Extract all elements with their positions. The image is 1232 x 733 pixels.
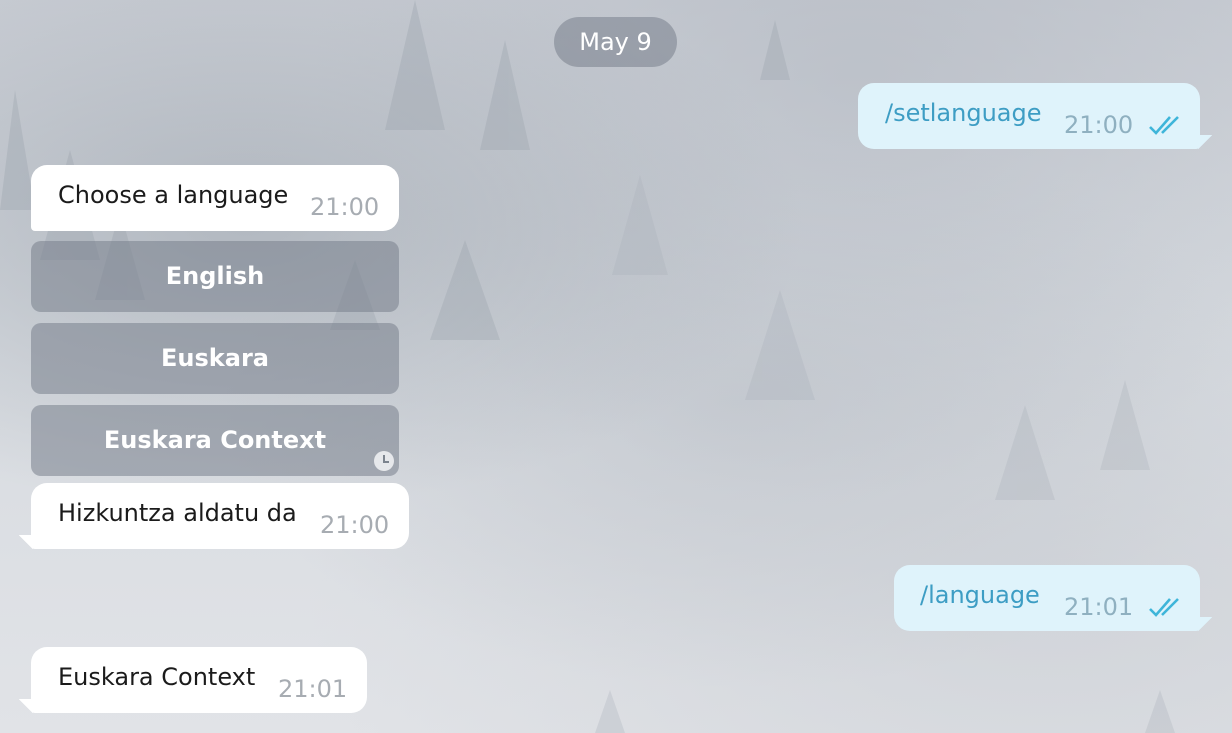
keyboard-button-euskara-context[interactable]: Euskara Context xyxy=(31,405,399,476)
message-time: 21:01 xyxy=(278,675,348,703)
keyboard-button-label: English xyxy=(165,262,265,290)
message-text: /setlanguage xyxy=(885,99,1042,127)
message-bubble-incoming[interactable]: Hizkuntza aldatu da 21:00 xyxy=(19,483,409,549)
message-text: Hizkuntza aldatu da xyxy=(58,499,297,527)
message-time: 21:01 xyxy=(1064,593,1134,621)
message-bubble-incoming[interactable]: Euskara Context 21:01 xyxy=(19,647,367,713)
double-check-icon xyxy=(1149,116,1179,135)
message-time: 21:00 xyxy=(320,511,390,539)
keyboard-button-label: Euskara xyxy=(161,344,269,372)
message-bubble-incoming[interactable]: Choose a language 21:00 xyxy=(31,165,399,231)
keyboard-button-euskara[interactable]: Euskara xyxy=(31,323,399,394)
message-text: Choose a language xyxy=(58,181,289,209)
message-time: 21:00 xyxy=(1064,111,1134,139)
keyboard-button-english[interactable]: English xyxy=(31,241,399,312)
clock-icon xyxy=(374,451,394,471)
double-check-icon xyxy=(1149,598,1179,617)
keyboard-button-label: Euskara Context xyxy=(103,426,327,454)
message-text: Euskara Context xyxy=(58,663,256,691)
message-text: /language xyxy=(920,581,1040,609)
message-time: 21:00 xyxy=(310,193,380,221)
date-separator: May 9 xyxy=(554,17,677,67)
message-bubble-outgoing[interactable]: /language 21:01 xyxy=(894,565,1212,631)
date-label: May 9 xyxy=(579,28,652,56)
message-bubble-outgoing[interactable]: /setlanguage 21:00 xyxy=(858,83,1212,149)
